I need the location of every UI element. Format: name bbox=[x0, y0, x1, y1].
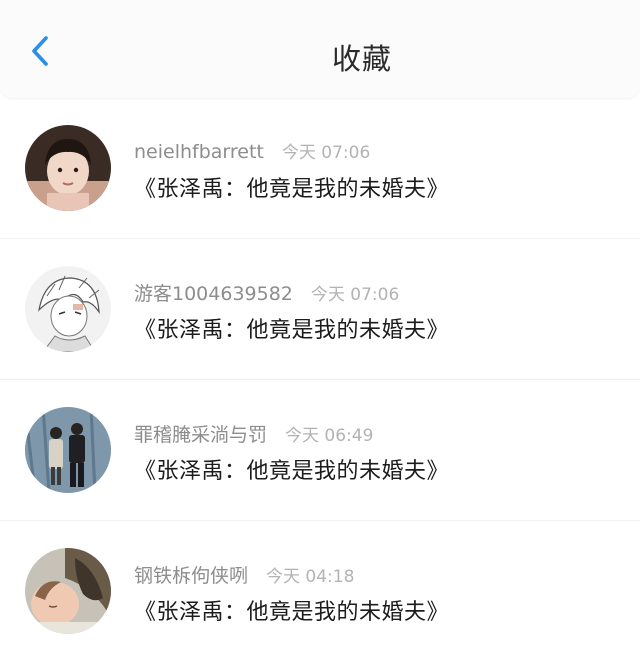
favorite-title[interactable]: 《张泽禹：他竟是我的未婚夫》 bbox=[134, 312, 449, 344]
avatar-image bbox=[25, 125, 111, 211]
item-meta: 罪稽腌采淌与罚 今天 06:49 bbox=[134, 420, 373, 447]
list-item[interactable]: neielhfbarrett 今天 07:06 《张泽禹：他竟是我的未婚夫》 bbox=[0, 98, 640, 239]
item-meta: 游客1004639582 今天 07:06 bbox=[134, 279, 399, 306]
list-item[interactable]: 罪稽腌采淌与罚 今天 06:49 《张泽禹：他竟是我的未婚夫》 bbox=[0, 380, 640, 521]
list-item[interactable]: 钢铁柝佝侠咧 今天 04:18 《张泽禹：他竟是我的未婚夫》 bbox=[0, 521, 640, 652]
avatar[interactable] bbox=[25, 548, 111, 634]
username[interactable]: 钢铁柝佝侠咧 bbox=[134, 565, 248, 587]
username[interactable]: 罪稽腌采淌与罚 bbox=[134, 424, 267, 446]
avatar-image bbox=[25, 266, 111, 352]
timestamp: 今天 07:06 bbox=[281, 143, 371, 163]
avatar-image bbox=[25, 407, 111, 493]
username[interactable]: 游客1004639582 bbox=[134, 283, 293, 305]
timestamp: 今天 06:49 bbox=[285, 426, 374, 446]
timestamp: 今天 04:18 bbox=[266, 567, 355, 587]
favorites-list: neielhfbarrett 今天 07:06 《张泽禹：他竟是我的未婚夫》 游客… bbox=[0, 98, 640, 652]
username[interactable]: neielhfbarrett bbox=[134, 141, 264, 163]
avatar[interactable] bbox=[25, 125, 111, 211]
avatar[interactable] bbox=[25, 266, 111, 352]
top-bar: 收藏 bbox=[0, 0, 640, 98]
avatar[interactable] bbox=[25, 407, 111, 493]
timestamp: 今天 07:06 bbox=[310, 285, 400, 305]
item-meta: neielhfbarrett 今天 07:06 bbox=[134, 138, 370, 163]
avatar-image bbox=[25, 548, 111, 634]
favorite-title[interactable]: 《张泽禹：他竟是我的未婚夫》 bbox=[134, 171, 449, 203]
page-title: 收藏 bbox=[331, 42, 392, 76]
list-item[interactable]: 游客1004639582 今天 07:06 《张泽禹：他竟是我的未婚夫》 bbox=[0, 239, 640, 380]
favorite-title[interactable]: 《张泽禹：他竟是我的未婚夫》 bbox=[134, 453, 449, 485]
favorite-title[interactable]: 《张泽禹：他竟是我的未婚夫》 bbox=[134, 594, 449, 626]
item-meta: 钢铁柝佝侠咧 今天 04:18 bbox=[134, 561, 354, 588]
